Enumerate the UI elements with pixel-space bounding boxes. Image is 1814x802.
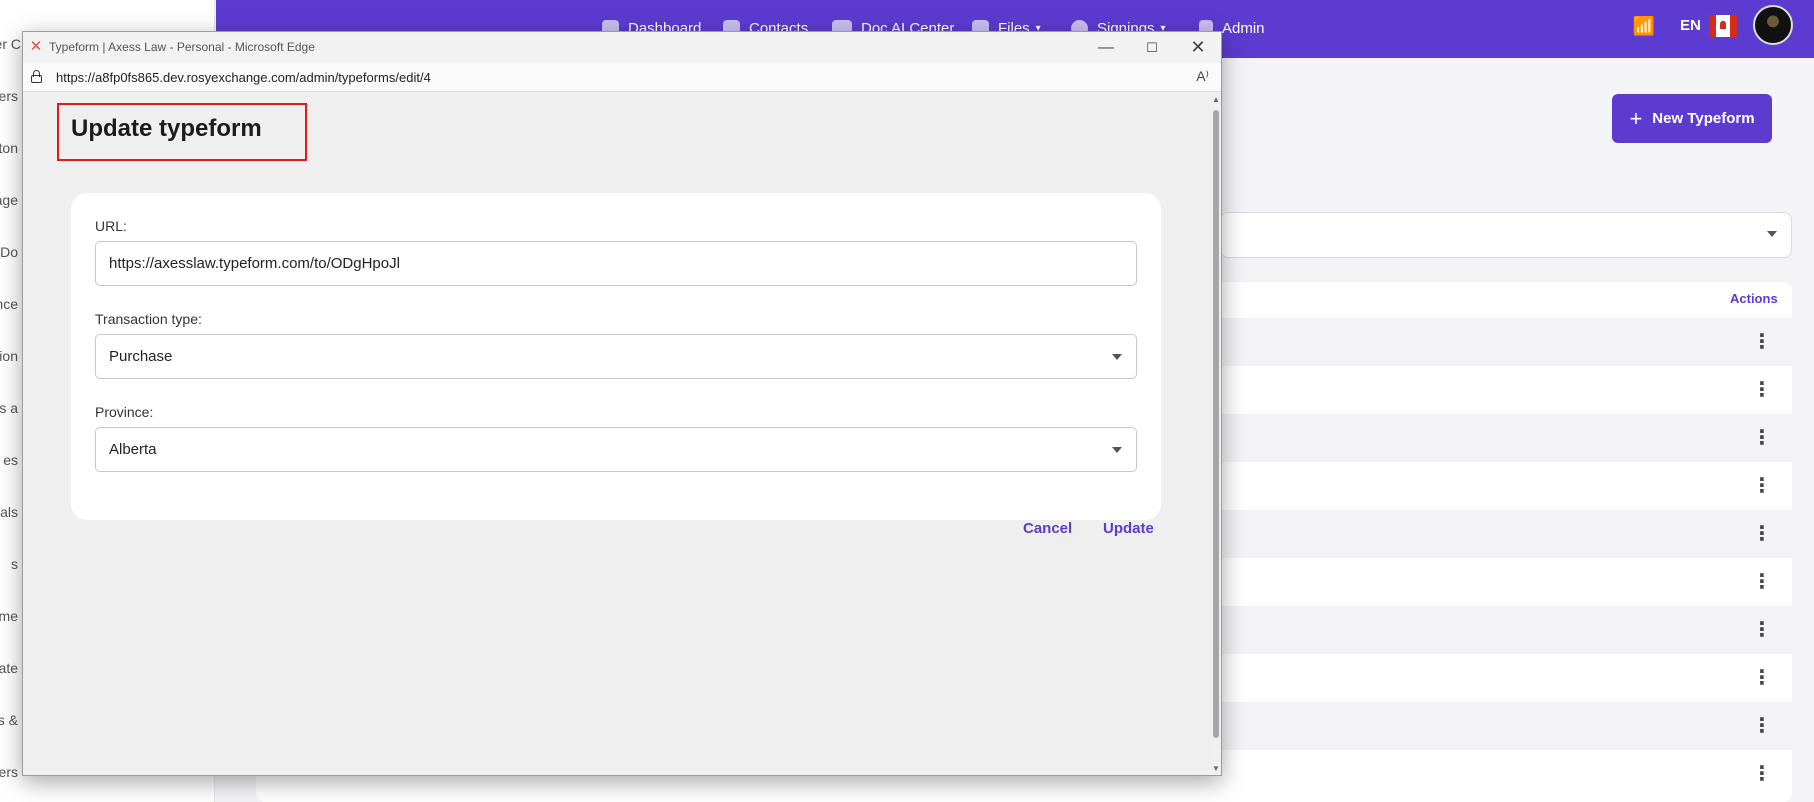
province-value: Alberta — [109, 441, 157, 458]
table-row — [1220, 414, 1792, 462]
nav-label: Admin — [1222, 19, 1265, 37]
more-vertical-icon[interactable]: ⋮ — [1752, 667, 1772, 689]
url-text[interactable]: https://a8fp0fs865.dev.rosyexchange.com/… — [56, 70, 431, 85]
page-content: Update typeform URL: https://axesslaw.ty… — [23, 93, 1211, 775]
url-input[interactable]: https://axesslaw.typeform.com/to/ODgHpoJ… — [95, 241, 1137, 286]
sidebar-item[interactable]: s & — [0, 712, 18, 728]
province-label: Province: — [95, 404, 154, 420]
filter-select[interactable] — [1220, 212, 1792, 258]
table-row — [1220, 702, 1792, 750]
url-input-value: https://axesslaw.typeform.com/to/ODgHpoJ… — [109, 255, 400, 272]
new-typeform-label: New Typeform — [1652, 110, 1755, 127]
sidebar-item[interactable]: plate — [0, 660, 18, 676]
lock-icon[interactable] — [31, 70, 42, 83]
table-row — [1220, 558, 1792, 606]
address-bar[interactable]: https://a8fp0fs865.dev.rosyexchange.com/… — [23, 63, 1221, 92]
typeform-logo-icon: ✕ — [29, 38, 43, 55]
scrollbar[interactable]: ▲ ▼ — [1211, 93, 1221, 775]
sidebar-item[interactable]: er C — [0, 36, 21, 52]
language-selector[interactable]: EN — [1680, 17, 1701, 34]
url-label: URL: — [95, 218, 127, 234]
province-select[interactable]: Alberta — [95, 427, 1137, 472]
form-card: URL: https://axesslaw.typeform.com/to/OD… — [71, 193, 1161, 520]
sidebar-item[interactable]: age — [0, 192, 18, 208]
transaction-type-select[interactable]: Purchase — [95, 334, 1137, 379]
more-vertical-icon[interactable]: ⋮ — [1752, 523, 1772, 545]
table-row — [1220, 318, 1792, 366]
browser-popup-window: ✕ Typeform | Axess Law - Personal - Micr… — [22, 31, 1222, 776]
new-typeform-button[interactable]: + New Typeform — [1612, 94, 1772, 143]
transaction-type-value: Purchase — [109, 348, 173, 365]
update-button[interactable]: Update — [1103, 520, 1154, 537]
sidebar-item[interactable]: ers — [0, 764, 18, 780]
table-row — [1220, 654, 1792, 702]
canada-flag-icon[interactable] — [1709, 15, 1737, 37]
more-vertical-icon[interactable]: ⋮ — [1752, 571, 1772, 593]
chevron-down-icon — [1767, 231, 1777, 237]
sidebar-item[interactable]: rrals — [0, 504, 18, 520]
sidebar-item[interactable]: s — [11, 556, 18, 572]
chevron-down-icon — [1112, 354, 1122, 360]
table-row — [1220, 606, 1792, 654]
sidebar-item[interactable]: nce — [0, 296, 18, 312]
more-vertical-icon[interactable]: ⋮ — [1752, 715, 1772, 737]
read-aloud-icon[interactable]: A⁾ — [1196, 68, 1209, 85]
scroll-up-icon[interactable]: ▲ — [1212, 95, 1220, 104]
window-title: Typeform | Axess Law - Personal - Micros… — [49, 40, 315, 54]
user-avatar[interactable] — [1753, 5, 1793, 45]
minimize-icon[interactable]: — — [1083, 32, 1129, 63]
scroll-thumb[interactable] — [1213, 110, 1219, 738]
table-row — [1220, 366, 1792, 414]
maximize-icon[interactable]: ☐ — [1129, 32, 1175, 63]
broadcast-icon[interactable]: 📶 — [1632, 14, 1656, 38]
actions-column-header: Actions — [1730, 291, 1778, 306]
cancel-button[interactable]: Cancel — [1023, 520, 1072, 537]
close-icon[interactable]: ✕ — [1175, 32, 1221, 63]
window-titlebar[interactable]: ✕ Typeform | Axess Law - Personal - Micr… — [23, 32, 1221, 63]
chevron-down-icon — [1112, 447, 1122, 453]
table-row — [1220, 462, 1792, 510]
more-vertical-icon[interactable]: ⋮ — [1752, 427, 1772, 449]
more-vertical-icon[interactable]: ⋮ — [1752, 379, 1772, 401]
more-vertical-icon[interactable]: ⋮ — [1752, 619, 1772, 641]
more-vertical-icon[interactable]: ⋮ — [1752, 331, 1772, 353]
sidebar-item[interactable]: es — [3, 452, 18, 468]
sidebar-item[interactable]: al Do — [0, 244, 18, 260]
sidebar-item[interactable]: tion — [0, 348, 18, 364]
scroll-down-icon[interactable]: ▼ — [1212, 764, 1220, 773]
more-vertical-icon[interactable]: ⋮ — [1752, 475, 1772, 497]
more-vertical-icon[interactable]: ⋮ — [1752, 763, 1772, 785]
sidebar-item[interactable]: ston — [0, 140, 18, 156]
sidebar-item[interactable]: ers — [0, 88, 18, 104]
plus-icon: + — [1629, 105, 1643, 131]
sidebar-item[interactable]: teme — [0, 608, 18, 624]
table-row — [1220, 510, 1792, 558]
sidebar-item[interactable]: ces a — [0, 400, 18, 416]
table-row — [1220, 750, 1792, 798]
page-title: Update typeform — [71, 115, 262, 142]
transaction-type-label: Transaction type: — [95, 311, 202, 327]
